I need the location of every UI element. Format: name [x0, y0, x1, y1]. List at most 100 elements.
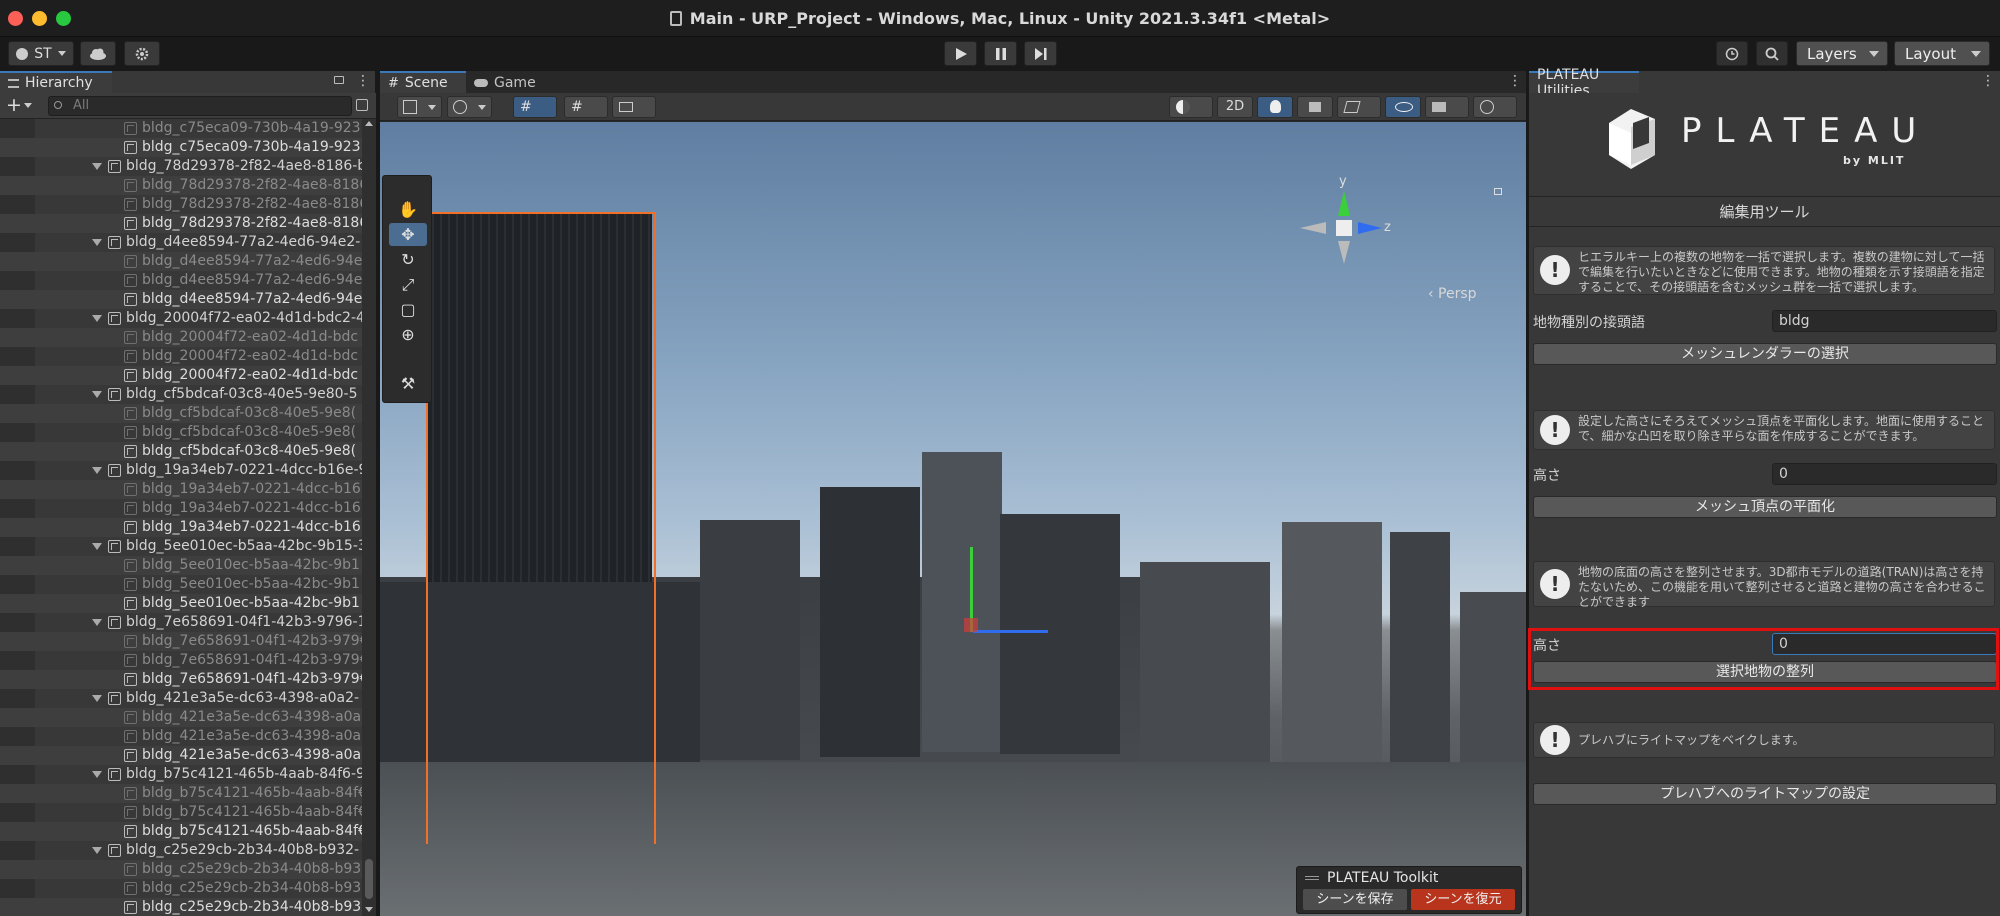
hierarchy-row[interactable]: bldg_20004f72-ea02-4d1d-bdc [0, 328, 362, 347]
expand-arrow-icon[interactable] [92, 239, 102, 246]
hierarchy-row[interactable]: bldg_78d29378-2f82-4ae8-8186-b [0, 157, 362, 176]
hierarchy-row[interactable]: bldg_7e658691-04f1-42b3-979€ [0, 632, 362, 651]
hierarchy-search-input[interactable]: All [48, 96, 352, 116]
hierarchy-row[interactable]: bldg_d4ee8594-77a2-4ed6-94e2- [0, 233, 362, 252]
lighting-toggle[interactable] [1257, 96, 1293, 118]
hierarchy-row[interactable]: bldg_19a34eb7-0221-4dcc-b16 [0, 499, 362, 518]
hierarchy-row[interactable]: bldg_c75eca09-730b-4a19-923 [0, 119, 362, 138]
hierarchy-row[interactable]: bldg_20004f72-ea02-4d1d-bdc [0, 366, 362, 385]
hierarchy-row[interactable]: bldg_c25e29cb-2b34-40b8-b932- [0, 841, 362, 860]
step-button[interactable] [1024, 41, 1057, 66]
add-object-button[interactable]: + [6, 94, 22, 116]
perspective-label[interactable]: ‹ Persp [1428, 286, 1477, 302]
drag-handle-icon[interactable] [1305, 876, 1319, 880]
hierarchy-row[interactable]: bldg_cf5bdcaf-03c8-40e5-9e8( [0, 442, 362, 461]
settings-button[interactable] [124, 41, 160, 66]
audio-toggle[interactable] [1297, 96, 1333, 118]
move-gizmo-center[interactable] [964, 618, 978, 632]
scene-filter-icon[interactable] [356, 99, 368, 111]
lock-icon[interactable] [1494, 188, 1502, 195]
kebab-menu-icon[interactable]: ⋮ [1508, 73, 1522, 89]
hierarchy-row[interactable]: bldg_c25e29cb-2b34-40b8-b93 [0, 898, 362, 916]
hierarchy-row[interactable]: bldg_20004f72-ea02-4d1d-bdc2-4 [0, 309, 362, 328]
hierarchy-row[interactable]: bldg_b75c4121-465b-4aab-84f6-9 [0, 765, 362, 784]
restore-scene-button[interactable]: シーンを復元 [1411, 889, 1515, 910]
hierarchy-row[interactable]: bldg_cf5bdcaf-03c8-40e5-9e8( [0, 404, 362, 423]
hierarchy-row[interactable]: bldg_421e3a5e-dc63-4398-a0a [0, 727, 362, 746]
hierarchy-row[interactable]: bldg_c75eca09-730b-4a19-923 [0, 138, 362, 157]
expand-arrow-icon[interactable] [92, 847, 102, 854]
shading-dropdown[interactable] [1169, 96, 1213, 118]
hierarchy-row[interactable]: bldg_78d29378-2f82-4ae8-8186 [0, 195, 362, 214]
grid-snap-toggle[interactable]: # [513, 96, 557, 118]
account-dropdown[interactable]: ST [8, 41, 74, 66]
expand-arrow-icon[interactable] [92, 543, 102, 550]
expand-arrow-icon[interactable] [92, 315, 102, 322]
hierarchy-row[interactable]: bldg_b75c4121-465b-4aab-84f€ [0, 822, 362, 841]
hierarchy-row[interactable]: bldg_d4ee8594-77a2-4ed6-94e [0, 252, 362, 271]
scale-tool-button[interactable]: ⤢ [389, 273, 427, 296]
move-tool-button[interactable]: ✥ [389, 223, 427, 246]
kebab-menu-icon[interactable]: ⋮ [356, 73, 370, 89]
layout-dropdown[interactable]: Layout [1894, 41, 1990, 66]
tab-scene[interactable]: # Scene [380, 71, 466, 93]
hierarchy-row[interactable]: bldg_5ee010ec-b5aa-42bc-9b1! [0, 575, 362, 594]
scene-visibility-toggle[interactable] [1385, 96, 1421, 118]
hierarchy-row[interactable]: bldg_7e658691-04f1-42b3-9796-1 [0, 613, 362, 632]
lock-icon[interactable] [334, 76, 344, 84]
rotate-tool-button[interactable]: ↻ [389, 248, 427, 271]
render-mode-dropdown[interactable] [447, 96, 492, 118]
hierarchy-row[interactable]: bldg_7e658691-04f1-42b3-979€ [0, 670, 362, 689]
hierarchy-scroll-thumb[interactable] [365, 859, 373, 899]
pause-button[interactable] [984, 41, 1017, 66]
hierarchy-row[interactable]: bldg_19a34eb7-0221-4dcc-b16 [0, 518, 362, 537]
hierarchy-row[interactable]: bldg_cf5bdcaf-03c8-40e5-9e80-5 [0, 385, 362, 404]
height-field-flatten[interactable]: 0 [1772, 463, 1997, 485]
hierarchy-row[interactable]: bldg_d4ee8594-77a2-4ed6-94e [0, 290, 362, 309]
hierarchy-row[interactable]: bldg_20004f72-ea02-4d1d-bdc [0, 347, 362, 366]
select-mesh-renderers-button[interactable]: メッシュレンダラーの選択 [1533, 343, 1997, 365]
tab-hierarchy[interactable]: Hierarchy [0, 71, 112, 93]
hierarchy-row[interactable]: bldg_421e3a5e-dc63-4398-a0a [0, 708, 362, 727]
custom-tool-button[interactable]: ⚒ [389, 372, 427, 395]
orientation-gizmo[interactable]: y z [1300, 174, 1391, 276]
search-button[interactable] [1756, 41, 1788, 66]
hierarchy-row[interactable]: bldg_5ee010ec-b5aa-42bc-9b15-3 [0, 537, 362, 556]
cloud-button[interactable] [80, 41, 116, 66]
hand-tool-button[interactable]: ✋ [389, 198, 427, 221]
grid-settings-dropdown[interactable]: # [564, 96, 608, 118]
flatten-vertices-button[interactable]: メッシュ頂点の平面化 [1533, 496, 1997, 518]
tab-plateau-utilities[interactable]: PLATEAU Utilities [1529, 67, 1639, 99]
draw-mode-dropdown[interactable] [397, 96, 442, 118]
expand-arrow-icon[interactable] [92, 467, 102, 474]
hierarchy-row[interactable]: bldg_c25e29cb-2b34-40b8-b93 [0, 879, 362, 898]
scene-viewport[interactable]: ✋ ✥ ↻ ⤢ ▢ ⊕ ⚒ y z ‹ Persp [380, 122, 1526, 916]
hierarchy-row[interactable]: bldg_b75c4121-465b-4aab-84f€ [0, 803, 362, 822]
hierarchy-row[interactable]: bldg_5ee010ec-b5aa-42bc-9b1! [0, 556, 362, 575]
scroll-up-icon[interactable] [365, 121, 373, 126]
camera-dropdown[interactable] [1425, 96, 1469, 118]
hierarchy-row[interactable]: bldg_19a34eb7-0221-4dcc-b16 [0, 480, 362, 499]
kebab-menu-icon[interactable]: ⋮ [1981, 73, 1995, 89]
2d-toggle[interactable]: 2D [1217, 96, 1253, 118]
hierarchy-row[interactable]: bldg_5ee010ec-b5aa-42bc-9b1! [0, 594, 362, 613]
hierarchy-row[interactable]: bldg_7e658691-04f1-42b3-979€ [0, 651, 362, 670]
hierarchy-row[interactable]: bldg_d4ee8594-77a2-4ed6-94e [0, 271, 362, 290]
hierarchy-row[interactable]: bldg_cf5bdcaf-03c8-40e5-9e8( [0, 423, 362, 442]
hierarchy-row[interactable]: bldg_19a34eb7-0221-4dcc-b16e-9 [0, 461, 362, 480]
hierarchy-row[interactable]: bldg_b75c4121-465b-4aab-84f€ [0, 784, 362, 803]
increment-snap-dropdown[interactable] [612, 96, 656, 118]
expand-arrow-icon[interactable] [92, 619, 102, 626]
expand-arrow-icon[interactable] [92, 163, 102, 170]
move-gizmo-x-axis[interactable] [973, 630, 1048, 633]
history-button[interactable] [1716, 41, 1748, 66]
layers-dropdown[interactable]: Layers [1796, 41, 1888, 66]
expand-arrow-icon[interactable] [92, 695, 102, 702]
prefix-field[interactable]: bldg [1772, 310, 1997, 332]
effects-dropdown[interactable] [1337, 96, 1381, 118]
transform-tool-button[interactable]: ⊕ [389, 323, 427, 346]
hierarchy-row[interactable]: bldg_421e3a5e-dc63-4398-a0a2- [0, 689, 362, 708]
hierarchy-row[interactable]: bldg_78d29378-2f82-4ae8-8186 [0, 214, 362, 233]
hierarchy-row[interactable]: bldg_78d29378-2f82-4ae8-8186 [0, 176, 362, 195]
tab-game[interactable]: Game [466, 71, 548, 93]
